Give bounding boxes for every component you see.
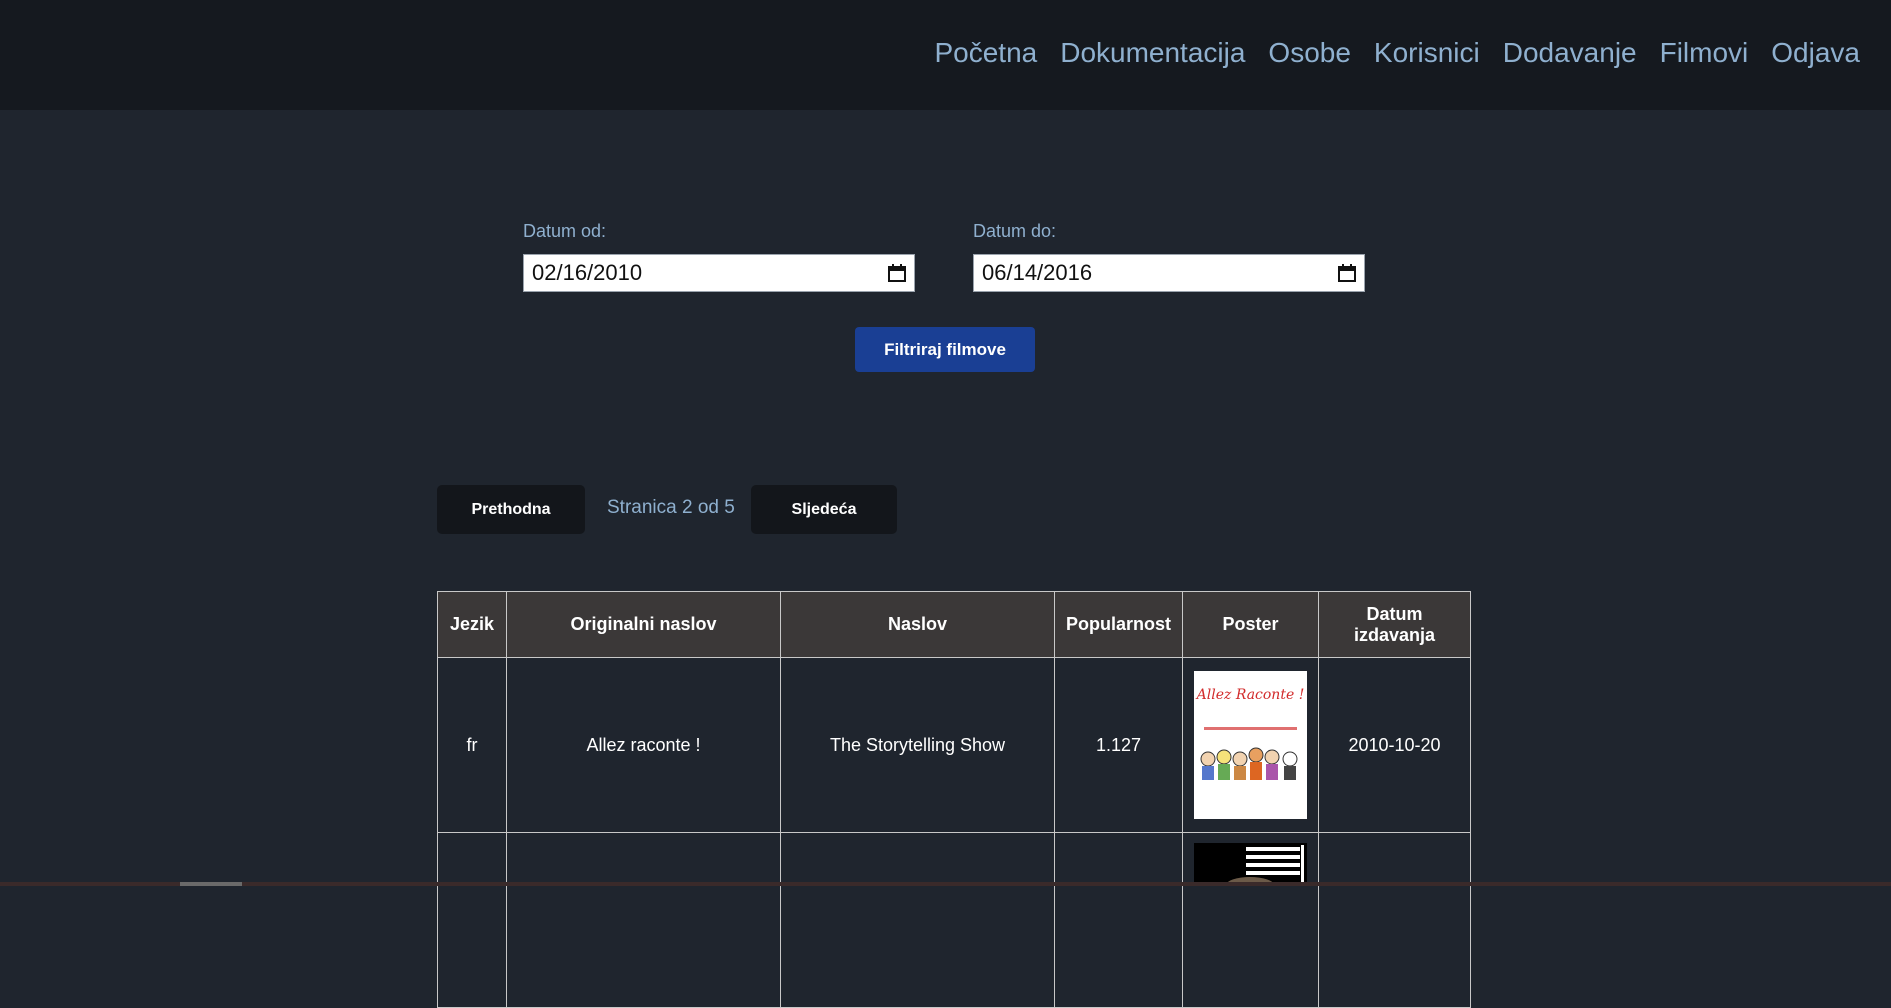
- nav-link-dokumentacija[interactable]: Dokumentacija: [1060, 36, 1245, 70]
- cell-popularity: [1054, 832, 1183, 1008]
- date-to-input[interactable]: 06/14/2016: [973, 254, 1365, 292]
- cell-poster: [1182, 832, 1319, 1008]
- poster-image: Allez Raconte !: [1194, 671, 1307, 819]
- scrollbar-thumb[interactable]: [180, 882, 242, 886]
- nav-link-pocetna[interactable]: Početna: [934, 36, 1037, 70]
- column-header-title: Naslov: [780, 591, 1055, 658]
- nav-link-dodavanje[interactable]: Dodavanje: [1503, 36, 1637, 70]
- cell-language: [437, 832, 507, 1008]
- horizontal-scrollbar[interactable]: [0, 882, 1891, 886]
- column-header-popularity: Popularnost: [1054, 591, 1183, 658]
- cell-poster: Allez Raconte !: [1182, 657, 1319, 833]
- nav-link-filmovi[interactable]: Filmovi: [1660, 36, 1749, 70]
- column-header-release-date: Datum izdavanja: [1318, 591, 1471, 658]
- cell-title: The Storytelling Show: [780, 657, 1055, 833]
- nav-link-osobe[interactable]: Osobe: [1268, 36, 1351, 70]
- next-page-button[interactable]: Sljedeća: [751, 485, 897, 534]
- column-header-original-title: Originalni naslov: [506, 591, 781, 658]
- main-nav: Početna Dokumentacija Osobe Korisnici Do…: [934, 36, 1860, 70]
- movies-table: Jezik Originalni naslov Naslov Popularno…: [437, 591, 1471, 1008]
- cell-release-date: [1318, 832, 1471, 1008]
- cell-original-title: Allez raconte !: [506, 657, 781, 833]
- top-navbar: Početna Dokumentacija Osobe Korisnici Do…: [0, 0, 1891, 110]
- date-to-value[interactable]: 06/14/2016: [982, 260, 1338, 286]
- column-header-poster: Poster: [1182, 591, 1319, 658]
- table-row: [437, 832, 1471, 1008]
- date-from-input[interactable]: 02/16/2010: [523, 254, 915, 292]
- nav-link-odjava[interactable]: Odjava: [1771, 36, 1860, 70]
- filter-movies-button[interactable]: Filtriraj filmove: [855, 327, 1035, 372]
- poster-characters-illustration: [1200, 747, 1298, 780]
- page-status: Stranica 2 od 5: [607, 497, 735, 518]
- table-row: fr Allez raconte ! The Storytelling Show…: [437, 657, 1471, 833]
- nav-link-korisnici[interactable]: Korisnici: [1374, 36, 1480, 70]
- calendar-icon[interactable]: [1338, 264, 1356, 282]
- table-header-row: Jezik Originalni naslov Naslov Popularno…: [437, 591, 1471, 658]
- calendar-icon[interactable]: [888, 264, 906, 282]
- date-from-label: Datum od:: [523, 221, 607, 241]
- cell-original-title: [506, 832, 781, 1008]
- cell-release-date: 2010-10-20: [1318, 657, 1471, 833]
- poster-image: [1194, 843, 1307, 883]
- date-to-label: Datum do:: [973, 221, 1057, 241]
- cell-language: fr: [437, 657, 507, 833]
- column-header-language: Jezik: [437, 591, 507, 658]
- poster-stripes-illustration: [1226, 845, 1304, 883]
- cell-title: [780, 832, 1055, 1008]
- previous-page-button[interactable]: Prethodna: [437, 485, 585, 534]
- date-from-value[interactable]: 02/16/2010: [532, 260, 888, 286]
- cell-popularity: 1.127: [1054, 657, 1183, 833]
